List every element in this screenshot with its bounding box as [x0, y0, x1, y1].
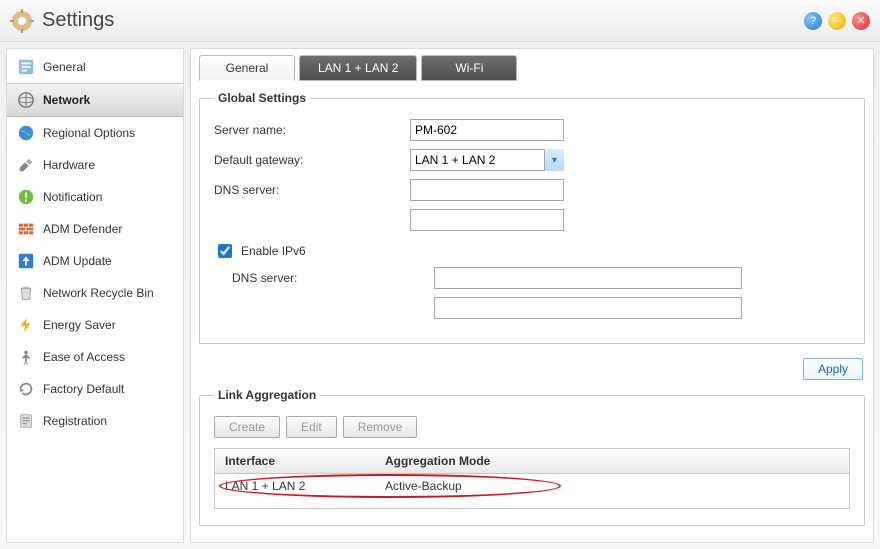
ease-icon: [17, 348, 35, 366]
sidebar-item-ease[interactable]: Ease of Access: [7, 341, 183, 373]
sidebar-item-recycle[interactable]: Network Recycle Bin: [7, 277, 183, 309]
sidebar-item-label: Regional Options: [43, 126, 135, 140]
tab-wifi[interactable]: Wi-Fi: [421, 55, 517, 81]
gateway-label: Default gateway:: [214, 153, 410, 167]
sidebar-item-label: Notification: [43, 190, 102, 204]
body: General Network Regional Options Hardwar…: [0, 42, 880, 549]
registration-icon: [17, 412, 35, 430]
edit-button[interactable]: Edit: [286, 416, 337, 438]
minimize-button[interactable]: –: [828, 12, 846, 30]
notification-icon: [17, 188, 35, 206]
ipv6-label: Enable IPv6: [241, 244, 306, 258]
remove-button[interactable]: Remove: [343, 416, 418, 438]
server-name-input[interactable]: [410, 119, 564, 141]
sidebar-item-defender[interactable]: ADM Defender: [7, 213, 183, 245]
sidebar-item-registration[interactable]: Registration: [7, 405, 183, 437]
chevron-down-icon[interactable]: ▾: [544, 149, 564, 171]
hardware-icon: [17, 156, 35, 174]
sidebar-item-energy[interactable]: Energy Saver: [7, 309, 183, 341]
grid-header: Interface Aggregation Mode: [215, 449, 849, 474]
gateway-select[interactable]: [410, 149, 564, 171]
sidebar-item-label: General: [43, 60, 86, 74]
sidebar-item-label: Registration: [43, 414, 107, 428]
global-settings-fieldset: Global Settings Server name: Default gat…: [199, 91, 865, 344]
table-row[interactable]: LAN 1 + LAN 2 Active-Backup: [215, 474, 849, 498]
global-settings-legend: Global Settings: [214, 91, 310, 105]
dns2-input[interactable]: [410, 209, 564, 231]
firewall-icon: [17, 220, 35, 238]
row-interface: LAN 1 + LAN 2: [215, 474, 375, 498]
energy-icon: [17, 316, 35, 334]
close-button[interactable]: ✕: [852, 12, 870, 30]
sidebar-item-notification[interactable]: Notification: [7, 181, 183, 213]
col-mode-header[interactable]: Aggregation Mode: [375, 449, 849, 473]
sidebar-item-label: Network Recycle Bin: [43, 286, 154, 300]
sidebar-item-update[interactable]: ADM Update: [7, 245, 183, 277]
sidebar-item-label: Factory Default: [43, 382, 124, 396]
settings-icon: [10, 9, 34, 33]
window-title: Settings: [42, 9, 798, 32]
sidebar-item-label: ADM Defender: [43, 222, 122, 236]
sidebar-item-label: Ease of Access: [43, 350, 125, 364]
aggregation-grid: Interface Aggregation Mode LAN 1 + LAN 2…: [214, 448, 850, 509]
sidebar-item-general[interactable]: General: [7, 51, 183, 83]
help-button[interactable]: ?: [804, 12, 822, 30]
ipv6-dns2-input[interactable]: [434, 297, 742, 319]
recycle-icon: [17, 284, 35, 302]
link-aggregation-legend: Link Aggregation: [214, 388, 320, 402]
sidebar-item-hardware[interactable]: Hardware: [7, 149, 183, 181]
row-mode: Active-Backup: [375, 474, 849, 498]
tab-general[interactable]: General: [199, 55, 295, 81]
settings-window: Settings ? – ✕ General Network Regional …: [0, 0, 880, 549]
col-interface-header[interactable]: Interface: [215, 449, 375, 473]
ipv6-checkbox[interactable]: [218, 244, 232, 258]
sidebar-item-label: Hardware: [43, 158, 95, 172]
factory-icon: [17, 380, 35, 398]
dns1-input[interactable]: [410, 179, 564, 201]
sidebar-item-network[interactable]: Network: [7, 83, 183, 117]
update-icon: [17, 252, 35, 270]
tab-bar: General LAN 1 + LAN 2 Wi-Fi: [199, 55, 865, 81]
general-icon: [17, 58, 35, 76]
dns-label: DNS server:: [214, 183, 410, 197]
ipv6-dns-label: DNS server:: [214, 271, 434, 285]
sidebar-item-factory[interactable]: Factory Default: [7, 373, 183, 405]
sidebar-item-regional[interactable]: Regional Options: [7, 117, 183, 149]
sidebar-item-label: ADM Update: [43, 254, 112, 268]
link-aggregation-fieldset: Link Aggregation Create Edit Remove Inte…: [199, 388, 865, 526]
sidebar-item-label: Network: [43, 93, 90, 107]
server-name-label: Server name:: [214, 123, 410, 137]
tab-lan[interactable]: LAN 1 + LAN 2: [299, 55, 417, 81]
sidebar-item-label: Energy Saver: [43, 318, 116, 332]
apply-button[interactable]: Apply: [803, 358, 863, 380]
globe-icon: [17, 124, 35, 142]
create-button[interactable]: Create: [214, 416, 280, 438]
sidebar: General Network Regional Options Hardwar…: [6, 48, 184, 543]
main-panel: General LAN 1 + LAN 2 Wi-Fi Global Setti…: [190, 48, 874, 543]
ipv6-dns1-input[interactable]: [434, 267, 742, 289]
titlebar: Settings ? – ✕: [0, 0, 880, 42]
network-icon: [17, 91, 35, 109]
